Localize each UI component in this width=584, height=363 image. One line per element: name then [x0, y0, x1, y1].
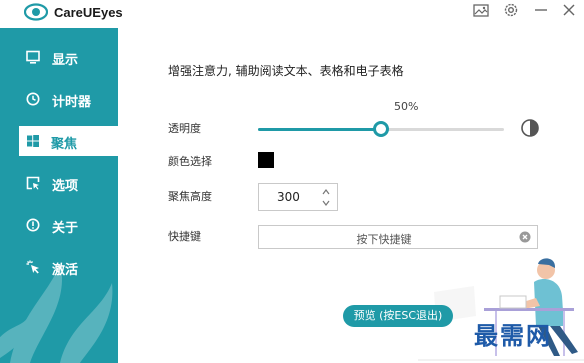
- windows-icon: [27, 135, 39, 147]
- sidebar: 显示 计时器 聚焦 选项 关于 激活: [0, 28, 118, 363]
- height-label: 聚焦高度: [168, 190, 212, 203]
- chevron-up-icon[interactable]: [321, 187, 331, 197]
- height-stepper[interactable]: 300: [258, 183, 338, 211]
- opacity-label: 透明度: [168, 122, 201, 135]
- close-button[interactable]: [560, 1, 578, 19]
- title-bar: CareUEyes: [0, 0, 584, 28]
- sidebar-item-label: 聚焦: [51, 137, 78, 152]
- clear-icon[interactable]: [519, 231, 531, 243]
- sidebar-item-display[interactable]: 显示: [0, 42, 118, 72]
- sidebar-item-options[interactable]: 选项: [0, 168, 118, 198]
- color-swatch[interactable]: [258, 152, 274, 168]
- height-value: 300: [277, 190, 300, 204]
- gear-icon: [504, 3, 518, 17]
- sidebar-item-focus[interactable]: 聚焦: [19, 126, 118, 156]
- opacity-slider-fill: [258, 128, 381, 131]
- hotkey-input[interactable]: 按下快捷键: [258, 225, 538, 249]
- screenshot-button[interactable]: [472, 1, 490, 19]
- settings-button[interactable]: [502, 1, 520, 19]
- preview-button[interactable]: 预览 (按ESC退出): [343, 305, 453, 327]
- opacity-slider[interactable]: [258, 121, 504, 137]
- color-label: 颜色选择: [168, 155, 212, 168]
- sidebar-item-about[interactable]: 关于: [0, 210, 118, 240]
- eye-logo-icon: [24, 3, 48, 21]
- contrast-icon[interactable]: [520, 118, 540, 138]
- app-title: CareUEyes: [54, 5, 123, 20]
- sidebar-item-timer[interactable]: 计时器: [0, 84, 118, 114]
- opacity-value: 50%: [394, 100, 419, 113]
- watermark-text: 最需网: [474, 322, 552, 350]
- minimize-button[interactable]: [532, 1, 550, 19]
- chevron-down-icon[interactable]: [321, 198, 331, 208]
- info-icon: [26, 218, 40, 232]
- leaves-decoration: [0, 263, 113, 363]
- hotkey-placeholder: 按下快捷键: [356, 233, 412, 246]
- close-icon: [563, 4, 575, 16]
- focus-description: 增强注意力, 辅助阅读文本、表格和电子表格: [168, 64, 404, 78]
- sidebar-item-label: 显示: [52, 53, 79, 68]
- cursor-box-icon: [26, 176, 40, 190]
- clock-icon: [26, 92, 40, 106]
- focus-panel: 增强注意力, 辅助阅读文本、表格和电子表格 50% 透明度 颜色选择 聚焦高度 …: [118, 28, 584, 363]
- sidebar-item-label: 关于: [52, 221, 79, 236]
- image-icon: [473, 4, 489, 17]
- minimize-icon: [535, 9, 547, 11]
- sidebar-item-label: 选项: [52, 179, 79, 194]
- opacity-slider-thumb[interactable]: [373, 121, 389, 137]
- hotkey-label: 快捷键: [168, 230, 201, 243]
- monitor-icon: [26, 50, 40, 64]
- sidebar-item-label: 计时器: [52, 95, 92, 110]
